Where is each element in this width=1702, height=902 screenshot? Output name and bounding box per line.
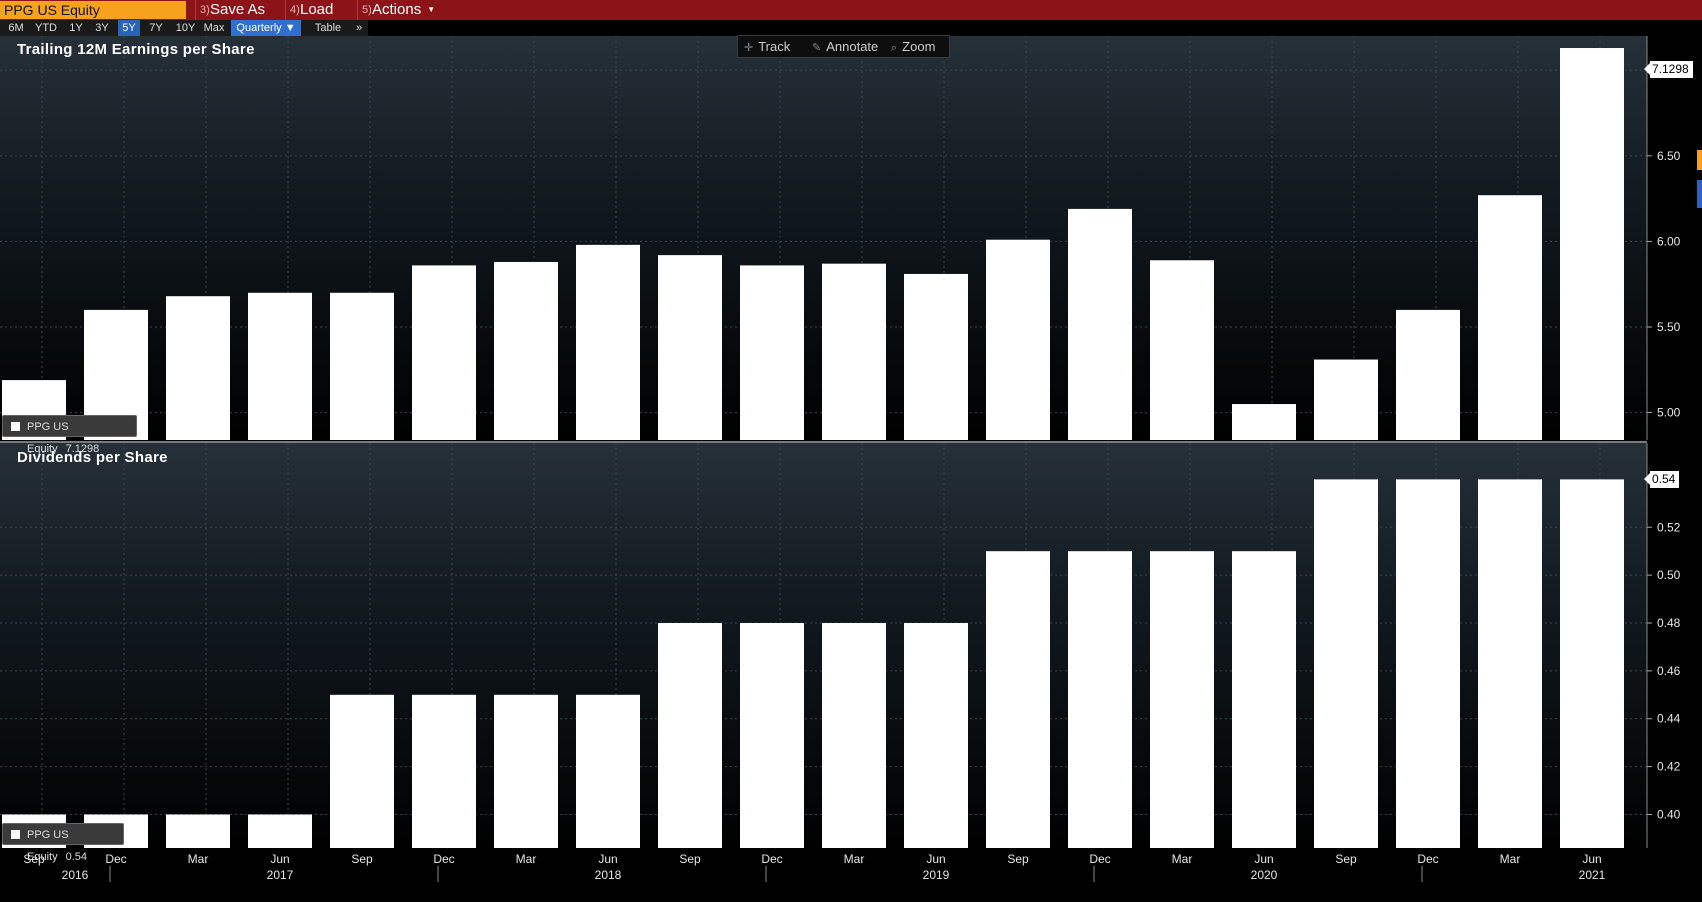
bar bbox=[1232, 551, 1296, 848]
x-tick-label: Dec bbox=[433, 852, 454, 866]
y-tick-label: 0.44 bbox=[1657, 712, 1681, 726]
y-tick-label: 0.42 bbox=[1657, 760, 1681, 774]
x-tick-label: Sep bbox=[1335, 852, 1357, 866]
bar bbox=[1150, 551, 1214, 848]
bar bbox=[1068, 208, 1132, 440]
bar bbox=[658, 255, 722, 440]
x-tick-label: Jun bbox=[598, 852, 617, 866]
x-tick-label: Mar bbox=[844, 852, 865, 866]
x-tick-label: Jun bbox=[926, 852, 945, 866]
x-tick-label: Jun bbox=[270, 852, 289, 866]
zoom-tool[interactable]: ⌕ Zoom bbox=[891, 36, 935, 57]
bar bbox=[1150, 260, 1214, 440]
x-tick-label: Mar bbox=[188, 852, 209, 866]
bar bbox=[1396, 479, 1460, 848]
x-year-label: 2019 bbox=[923, 868, 950, 882]
x-tick-label: Sep bbox=[351, 852, 373, 866]
bar bbox=[904, 623, 968, 848]
bar bbox=[740, 265, 804, 440]
bar bbox=[166, 296, 230, 440]
bar bbox=[1232, 404, 1296, 440]
y-tick-label: 6.00 bbox=[1657, 234, 1681, 248]
y-tick-label: 5.00 bbox=[1657, 406, 1681, 420]
bar bbox=[658, 623, 722, 848]
x-tick-label: Jun bbox=[1254, 852, 1273, 866]
bar bbox=[1068, 551, 1132, 848]
bar bbox=[986, 551, 1050, 848]
bar bbox=[822, 263, 886, 440]
bar bbox=[1478, 195, 1542, 440]
bar bbox=[1314, 359, 1378, 440]
dps-last-value-label: 0.54 bbox=[1643, 471, 1680, 488]
eps-legend-value: 7.1298 bbox=[65, 443, 100, 455]
y-tick-label: 0.40 bbox=[1657, 807, 1681, 821]
dps-legend-name: PPG US Equity bbox=[27, 829, 69, 863]
bar bbox=[248, 814, 312, 848]
bar bbox=[1314, 479, 1378, 848]
legend-swatch bbox=[11, 422, 20, 431]
bar bbox=[822, 623, 886, 848]
chart-toolbox: ✛ Track ✎ Annotate ⌕ Zoom bbox=[737, 35, 950, 58]
track-tool[interactable]: ✛ Track bbox=[744, 36, 790, 57]
x-year-label: 2018 bbox=[595, 868, 622, 882]
x-tick-label: Mar bbox=[1172, 852, 1193, 866]
x-year-label: 2021 bbox=[1579, 868, 1606, 882]
x-tick-label: Mar bbox=[516, 852, 537, 866]
bar bbox=[576, 694, 640, 848]
x-tick-label: Dec bbox=[105, 852, 126, 866]
bar bbox=[494, 694, 558, 848]
x-tick-label: Dec bbox=[1417, 852, 1438, 866]
x-year-label: 2017 bbox=[267, 868, 294, 882]
annotate-tool[interactable]: ✎ Annotate bbox=[812, 36, 878, 57]
bar bbox=[412, 265, 476, 440]
bar bbox=[1560, 48, 1624, 441]
annotate-label: Annotate bbox=[826, 39, 879, 54]
bar bbox=[904, 273, 968, 440]
y-tick-label: 0.52 bbox=[1657, 520, 1681, 534]
pencil-icon: ✎ bbox=[812, 42, 822, 54]
track-label: Track bbox=[758, 39, 791, 54]
bar bbox=[330, 292, 394, 440]
y-tick-label: 0.48 bbox=[1657, 616, 1681, 630]
zoom-label: Zoom bbox=[902, 39, 936, 54]
bar bbox=[330, 694, 394, 848]
dps-legend[interactable]: PPG US Equity 0.54 bbox=[2, 823, 124, 863]
bar bbox=[494, 261, 558, 440]
x-tick-label: Mar bbox=[1500, 852, 1521, 866]
bar bbox=[1396, 309, 1460, 440]
bar bbox=[986, 239, 1050, 440]
x-year-label: 2016 bbox=[62, 868, 89, 882]
x-tick-label: Sep bbox=[1007, 852, 1029, 866]
bar bbox=[740, 623, 804, 848]
legend-swatch bbox=[11, 830, 20, 839]
y-tick-label: 0.50 bbox=[1657, 568, 1681, 582]
x-tick-label: Dec bbox=[1089, 852, 1110, 866]
eps-legend-name: PPG US Equity bbox=[27, 421, 69, 455]
bar bbox=[1478, 479, 1542, 848]
y-tick-label: 6.50 bbox=[1657, 149, 1681, 163]
eps-last-value-label: 7.1298 bbox=[1644, 61, 1693, 78]
bar bbox=[412, 694, 476, 848]
magnifier-icon: ⌕ bbox=[891, 42, 898, 54]
eps-legend[interactable]: PPG US Equity 7.1298 bbox=[2, 415, 137, 455]
x-tick-label: Dec bbox=[761, 852, 782, 866]
dps-legend-value: 0.54 bbox=[65, 851, 87, 863]
bar bbox=[248, 292, 312, 440]
eps-chart-title: Trailing 12M Earnings per Share bbox=[17, 41, 255, 58]
x-tick-label: Sep bbox=[679, 852, 701, 866]
crosshair-icon: ✛ bbox=[744, 42, 754, 54]
side-marker bbox=[1697, 150, 1702, 170]
chart-canvas: 5.005.506.006.507.000.400.420.440.460.48… bbox=[0, 36, 1681, 882]
side-marker bbox=[1697, 180, 1702, 208]
y-tick-label: 5.50 bbox=[1657, 320, 1681, 334]
x-year-label: 2020 bbox=[1251, 868, 1278, 882]
y-tick-label: 0.46 bbox=[1657, 664, 1681, 678]
bar bbox=[1560, 479, 1624, 848]
x-tick-label: Jun bbox=[1582, 852, 1601, 866]
bar bbox=[166, 814, 230, 848]
bar bbox=[576, 244, 640, 440]
